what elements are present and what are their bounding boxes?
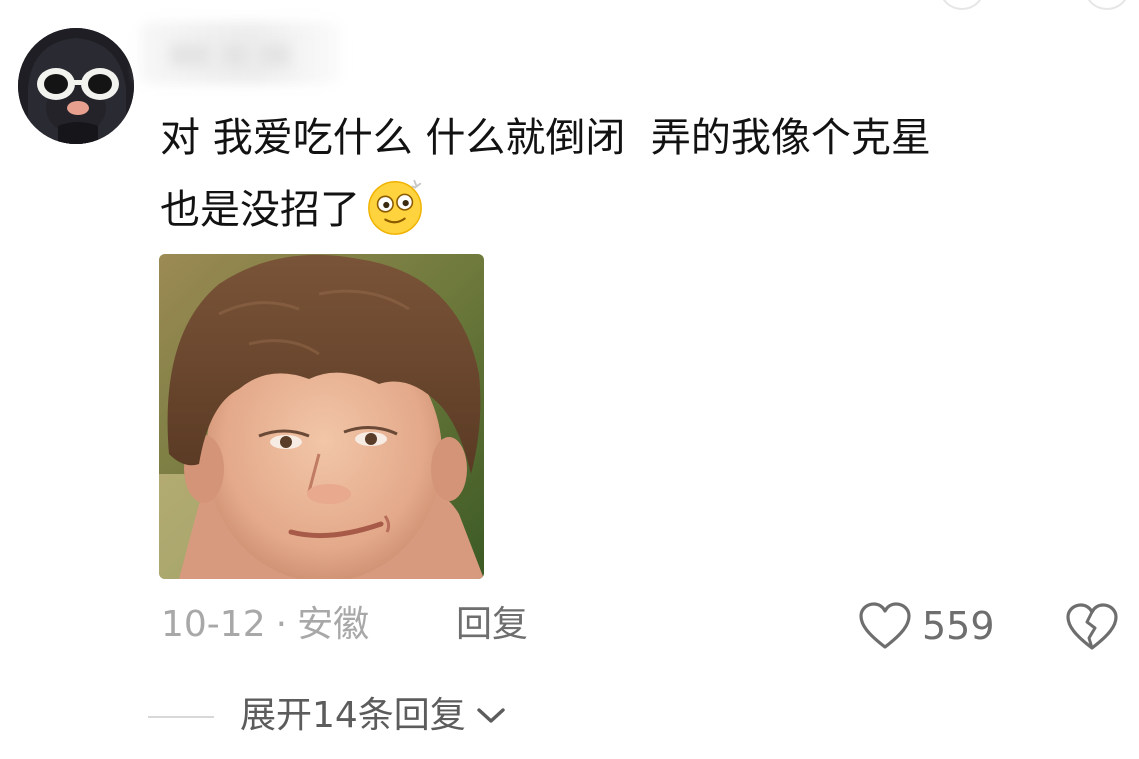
avatar[interactable] <box>18 28 134 144</box>
comment-line-2-text: 也是没招了 <box>160 187 360 233</box>
like-button[interactable]: 559 <box>858 596 995 656</box>
boy-photo <box>159 254 484 579</box>
comment-image-boy-smirk[interactable] <box>159 254 484 579</box>
dizzy-face-emoji-icon <box>368 179 422 235</box>
broken-heart-icon <box>1066 603 1118 650</box>
expand-replies-label: 展开14条回复 <box>240 695 466 736</box>
top-action-arc <box>1085 0 1129 10</box>
dislike-button[interactable] <box>1064 598 1120 654</box>
username-blurred[interactable] <box>140 22 340 84</box>
avatar-image <box>18 28 134 144</box>
comment-line-1: 对 我爱吃什么 什么就倒闭 弄的我像个克星 <box>160 115 931 161</box>
heart-outline-icon <box>859 602 911 649</box>
meta-separator: · <box>275 604 288 645</box>
comment-date: 10-12 <box>161 604 266 645</box>
expand-replies-button[interactable]: 展开14条回复 <box>240 690 506 742</box>
like-count: 559 <box>922 604 995 648</box>
comment-meta: 10-12 · 安徽 <box>161 600 369 650</box>
comment-text: 对 我爱吃什么 什么就倒闭 弄的我像个克星 也是没招了 <box>160 102 1120 246</box>
comment-line-2: 也是没招了 <box>160 174 1120 246</box>
comment-location: 安徽 <box>297 604 370 645</box>
top-action-arc <box>940 0 984 10</box>
chevron-down-icon <box>477 708 505 723</box>
replies-divider-line <box>148 716 214 718</box>
reply-button[interactable]: 回复 <box>456 600 528 650</box>
